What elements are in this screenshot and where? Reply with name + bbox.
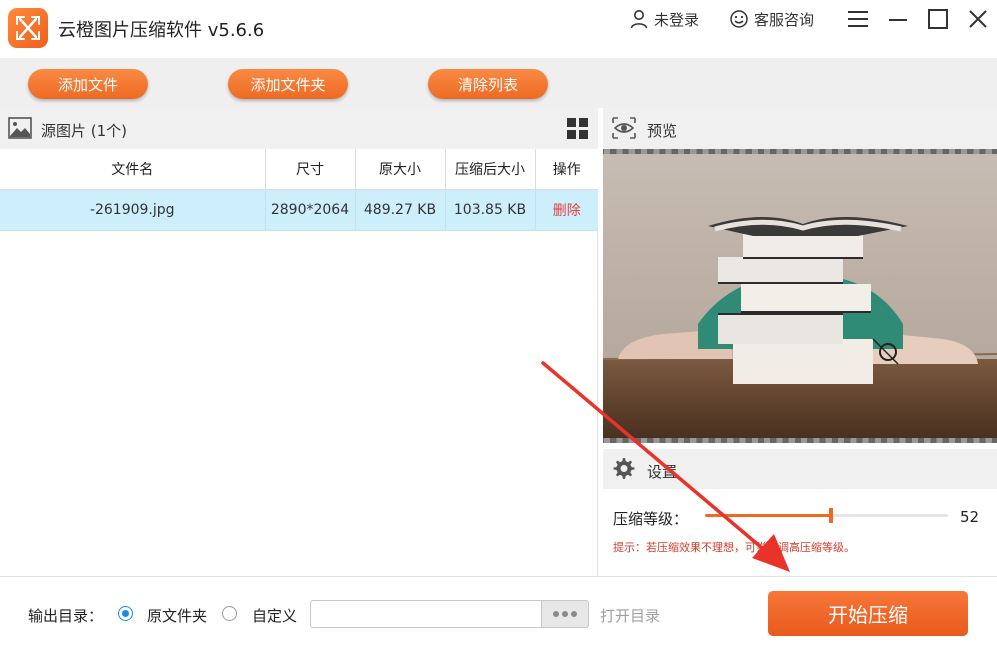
column-header-original-size[interactable]: 原大小 (355, 149, 446, 190)
column-header-compressed-size[interactable]: 压缩后大小 (445, 149, 536, 190)
app-logo-icon (16, 16, 40, 40)
menu-button[interactable] (845, 6, 871, 32)
hamburger-icon (848, 11, 868, 27)
compression-tip: 提示：若压缩效果不理想，可尝试调高压缩等级。 (613, 541, 855, 554)
table-header-row: 文件名 尺寸 原大小 压缩后大小 操作 (0, 149, 598, 190)
maximize-button[interactable] (925, 6, 951, 32)
radio-original-folder[interactable] (118, 606, 133, 621)
toolbar: 添加文件 添加文件夹 清除列表 (0, 58, 997, 108)
close-button[interactable] (965, 6, 991, 32)
radio-custom[interactable] (222, 606, 237, 621)
browse-button[interactable] (541, 600, 589, 628)
column-header-size[interactable]: 尺寸 (265, 149, 356, 190)
original-size-cell: 489.27 KB (355, 189, 446, 231)
delete-link[interactable]: 删除 (553, 203, 581, 219)
table-row[interactable]: -261909.jpg 2890*2064 489.27 KB 103.85 K… (0, 189, 598, 231)
preview-image (603, 149, 997, 443)
slider-thumb[interactable] (829, 508, 834, 523)
gear-icon (613, 458, 635, 479)
preview-photo (603, 154, 997, 438)
customer-service-button[interactable]: 客服咨询 (729, 8, 814, 30)
column-header-name[interactable]: 文件名 (0, 149, 266, 190)
output-directory-label: 输出目录： (28, 607, 104, 625)
minimize-icon (889, 19, 907, 21)
open-directory-link[interactable]: 打开目录 (600, 605, 660, 626)
app-logo (8, 8, 48, 48)
radio-custom-label[interactable]: 自定义 (252, 605, 297, 626)
title-bar: 云橙图片压缩软件 v5.6.6 未登录 客服咨询 (0, 0, 997, 58)
close-icon (969, 10, 987, 28)
source-title: 源图片 (1个) (41, 122, 128, 140)
ellipsis-icon (553, 611, 559, 617)
slider-fill (705, 514, 832, 517)
smile-icon (730, 10, 748, 28)
clear-list-button[interactable]: 清除列表 (428, 69, 548, 99)
preview-title: 预览 (647, 122, 678, 140)
file-table: 文件名 尺寸 原大小 压缩后大小 操作 -261909.jpg 2890*206… (0, 149, 598, 231)
login-button[interactable]: 未登录 (629, 8, 699, 30)
add-file-button[interactable]: 添加文件 (28, 69, 148, 99)
grid-view-icon[interactable] (567, 118, 588, 139)
column-header-action: 操作 (535, 149, 598, 190)
compression-level-slider[interactable] (705, 508, 948, 523)
customer-service-label: 客服咨询 (754, 10, 815, 29)
compression-level-value: 52 (960, 508, 980, 526)
radio-original-folder-label[interactable]: 原文件夹 (147, 605, 207, 626)
settings-header: 设置 (603, 449, 997, 489)
image-icon (8, 117, 32, 139)
app-title: 云橙图片压缩软件 v5.6.6 (58, 20, 265, 41)
maximize-icon (928, 9, 948, 29)
compressed-size-cell: 103.85 KB (445, 189, 536, 231)
source-header: 源图片 (1个) (0, 108, 598, 149)
add-folder-button[interactable]: 添加文件夹 (228, 69, 348, 99)
action-cell: 删除 (535, 189, 598, 231)
source-panel: 源图片 (1个) 文件名 尺寸 原大小 压缩后大小 操作 -261909.jpg… (0, 108, 598, 576)
output-bar: 输出目录： 原文件夹 自定义 打开目录 开始压缩 (0, 576, 997, 646)
minimize-button[interactable] (885, 6, 911, 32)
user-icon (630, 10, 648, 29)
eye-icon (612, 117, 636, 139)
output-path-input[interactable] (310, 600, 541, 628)
settings-title: 设置 (647, 463, 678, 481)
preview-header: 预览 (603, 108, 997, 149)
file-dimensions-cell: 2890*2064 (265, 189, 356, 231)
compression-level-label: 压缩等级： (613, 510, 689, 528)
start-compress-button[interactable]: 开始压缩 (768, 591, 968, 636)
login-label: 未登录 (654, 10, 700, 29)
file-name-cell: -261909.jpg (0, 189, 266, 231)
